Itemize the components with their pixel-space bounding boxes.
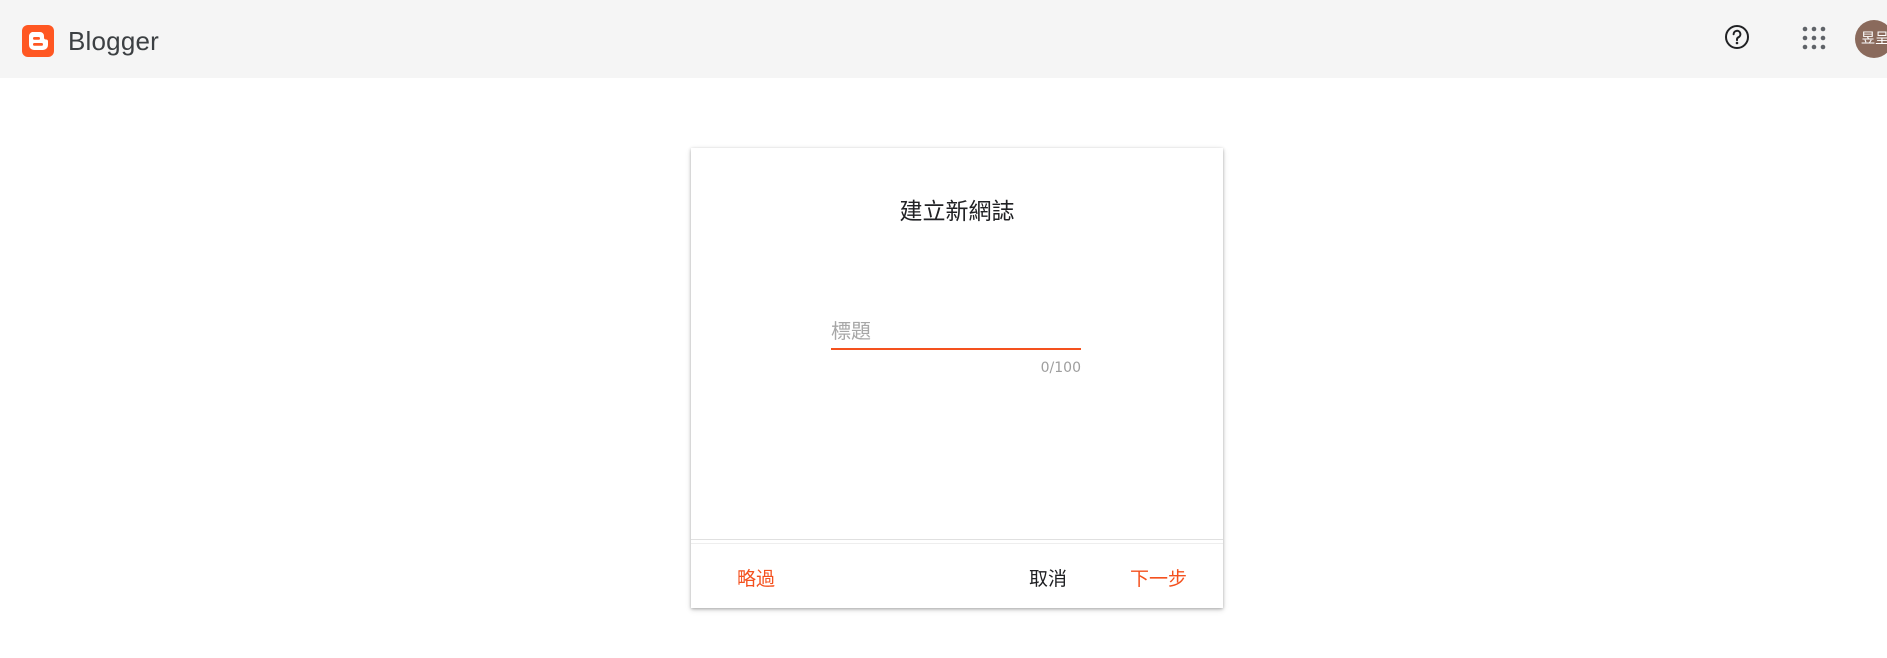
dialog-divider <box>691 539 1223 540</box>
top-app-bar: Blogger 昱呈 <box>0 0 1887 78</box>
apps-grid-icon[interactable] <box>1800 24 1828 52</box>
create-blog-dialog: 建立新網誌 0/100 略過 取消 下一步 <box>691 148 1223 608</box>
blogger-home-link[interactable]: Blogger <box>22 25 159 57</box>
help-icon[interactable] <box>1722 22 1752 52</box>
dialog-title: 建立新網誌 <box>899 199 1015 225</box>
cancel-button[interactable]: 取消 <box>1023 560 1073 595</box>
blog-title-input[interactable] <box>831 314 1081 350</box>
app-name: Blogger <box>68 25 160 56</box>
dialog-divider-secondary <box>691 543 1223 544</box>
next-button[interactable]: 下一步 <box>1124 560 1193 595</box>
account-avatar[interactable]: 昱呈 <box>1855 20 1887 58</box>
char-counter: 0/100 <box>1040 360 1081 376</box>
skip-button[interactable]: 略過 <box>731 560 781 595</box>
blogger-logo-icon <box>22 25 54 57</box>
